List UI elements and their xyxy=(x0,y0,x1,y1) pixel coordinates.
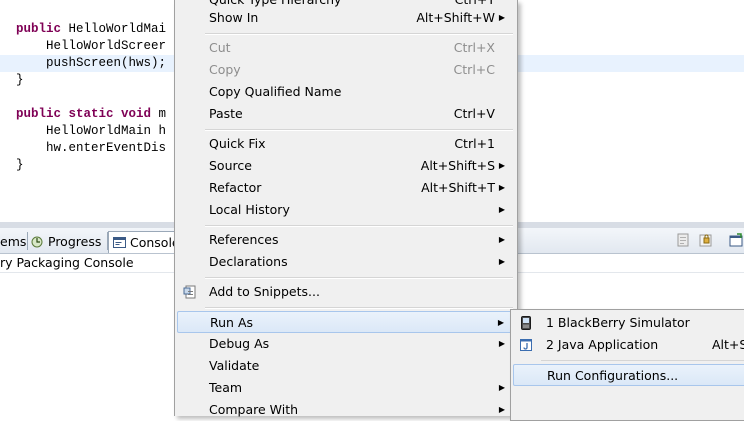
menu-item-shortcut: Alt+Shift+W xyxy=(416,10,495,25)
tab-problems[interactable]: ems xyxy=(0,231,26,252)
code-text: } xyxy=(16,73,24,87)
menu-item-shortcut: Ctrl+C xyxy=(453,62,495,77)
menu-item-copy[interactable]: Copy Ctrl+C xyxy=(177,59,515,81)
menu-item-declarations[interactable]: Declarations ▶ xyxy=(177,251,515,273)
scroll-lock-icon[interactable] xyxy=(698,233,714,248)
menu-separator xyxy=(541,360,744,361)
submenu-arrow-icon: ▶ xyxy=(498,161,505,170)
menu-item-local-history[interactable]: Local History ▶ xyxy=(177,199,515,221)
java-application-icon xyxy=(520,339,532,351)
tab-console-label: Console xyxy=(130,235,180,250)
menu-item-shortcut: Alt+Shift+S xyxy=(420,158,495,173)
menu-item-label: Compare With xyxy=(209,402,299,417)
menu-item-add-to-snippets[interactable]: Add to Snippets... xyxy=(177,281,515,303)
menu-item-show-in[interactable]: Show In Alt+Shift+W ▶ xyxy=(177,7,515,29)
menu-item-cut[interactable]: Cut Ctrl+X xyxy=(177,37,515,59)
menu-item-compare-with[interactable]: Compare With ▶ xyxy=(177,399,515,421)
tab-separator xyxy=(27,232,28,250)
menu-item-label: Debug As xyxy=(209,336,270,351)
submenu-arrow-icon: ▶ xyxy=(498,339,505,348)
submenu-arrow-icon: ▶ xyxy=(498,383,505,392)
submenu-arrow-icon: ▶ xyxy=(498,13,505,22)
tab-progress[interactable]: Progress xyxy=(31,231,101,252)
menu-item-label: Copy Qualified Name xyxy=(209,84,342,99)
menu-item-label: Show In xyxy=(209,10,259,25)
menu-item-source[interactable]: Source Alt+Shift+S ▶ xyxy=(177,155,515,177)
code-text: hw.enterEventDis xyxy=(16,141,167,155)
menu-item-label: Run As xyxy=(210,315,254,330)
menu-separator xyxy=(205,129,513,131)
menu-separator xyxy=(205,307,513,309)
open-console-icon[interactable] xyxy=(728,233,744,248)
progress-icon xyxy=(31,236,43,248)
code-keyword: public static void xyxy=(16,107,159,121)
code-text: pushScreen(hws); xyxy=(16,56,167,70)
menu-separator xyxy=(205,277,513,279)
menu-item-label: Validate xyxy=(209,358,260,373)
menu-item-label: Cut xyxy=(209,40,231,55)
menu-item-label: Refactor xyxy=(209,180,262,195)
menu-item-copy-qualified-name[interactable]: Copy Qualified Name xyxy=(177,81,515,103)
code-text: m xyxy=(158,107,167,121)
menu-item-label: Team xyxy=(209,380,243,395)
submenu-item-label: Run Configurations... xyxy=(547,368,679,383)
tab-problems-label: ems xyxy=(0,234,27,249)
menu-separator xyxy=(205,225,513,227)
submenu-item-java-application[interactable]: 2 Java Application Alt+Sl xyxy=(513,334,744,356)
submenu-arrow-icon: ▶ xyxy=(498,257,505,266)
submenu-arrow-icon: ▶ xyxy=(498,205,505,214)
menu-item-shortcut: Ctrl+1 xyxy=(454,136,495,151)
submenu-arrow-icon: ▶ xyxy=(498,235,505,244)
menu-separator xyxy=(205,33,513,35)
snippets-icon xyxy=(183,285,196,299)
menu-item-validate[interactable]: Validate xyxy=(177,355,515,377)
console-icon xyxy=(113,237,126,248)
context-menu: Quick Type HierarchyCtrl+T Show InAlt+Sh… xyxy=(174,0,518,417)
code-keyword: public xyxy=(16,22,69,36)
menu-item-shortcut: Alt+Shift+T xyxy=(421,180,495,195)
code-text: HelloWorldMai xyxy=(68,22,167,36)
menu-item-label: Declarations xyxy=(209,254,288,269)
menu-item-label: Paste xyxy=(209,106,243,121)
submenu-item-label: 2 Java Application xyxy=(546,337,659,352)
submenu-item-blackberry-simulator[interactable]: 1 BlackBerry Simulator xyxy=(513,312,744,334)
submenu-arrow-icon: ▶ xyxy=(498,183,505,192)
menu-item-quick-fix[interactable]: Quick Fix Ctrl+1 xyxy=(177,133,515,155)
code-text: HelloWorldMain h xyxy=(16,124,167,138)
menu-item-refactor[interactable]: Refactor Alt+Shift+T ▶ xyxy=(177,177,515,199)
blackberry-device-icon xyxy=(521,316,531,330)
menu-item-label: Source xyxy=(209,158,252,173)
submenu-arrow-icon: ▶ xyxy=(498,405,505,414)
code-text: HelloWorldScreer xyxy=(16,39,167,53)
menu-item-references[interactable]: References ▶ xyxy=(177,229,515,251)
code-text: } xyxy=(16,158,24,172)
menu-item-paste[interactable]: Paste Ctrl+V xyxy=(177,103,515,125)
menu-item-label: Add to Snippets... xyxy=(209,284,320,299)
menu-item-label: Local History xyxy=(209,202,290,217)
menu-item-shortcut: Ctrl+V xyxy=(453,106,495,121)
clear-console-icon[interactable] xyxy=(676,233,692,248)
console-title-label: ry Packaging Console xyxy=(0,255,134,270)
menu-item-shortcut: Ctrl+X xyxy=(453,40,495,55)
submenu-item-run-configurations[interactable]: Run Configurations... xyxy=(513,364,744,386)
menu-item-team[interactable]: Team ▶ xyxy=(177,377,515,399)
menu-item-label: Quick Fix xyxy=(209,136,266,151)
submenu-item-shortcut: Alt+Sl xyxy=(712,337,744,352)
menu-item-run-as[interactable]: Run As ▶ xyxy=(177,311,515,333)
run-as-submenu: 1 BlackBerry Simulator 2 Java Applicatio… xyxy=(510,309,744,421)
menu-item-debug-as[interactable]: Debug As ▶ xyxy=(177,333,515,355)
tab-progress-label: Progress xyxy=(48,234,102,249)
submenu-item-label: 1 BlackBerry Simulator xyxy=(546,315,690,330)
menu-item-label: References xyxy=(209,232,279,247)
submenu-arrow-icon: ▶ xyxy=(497,318,504,327)
menu-item-label: Copy xyxy=(209,62,241,77)
